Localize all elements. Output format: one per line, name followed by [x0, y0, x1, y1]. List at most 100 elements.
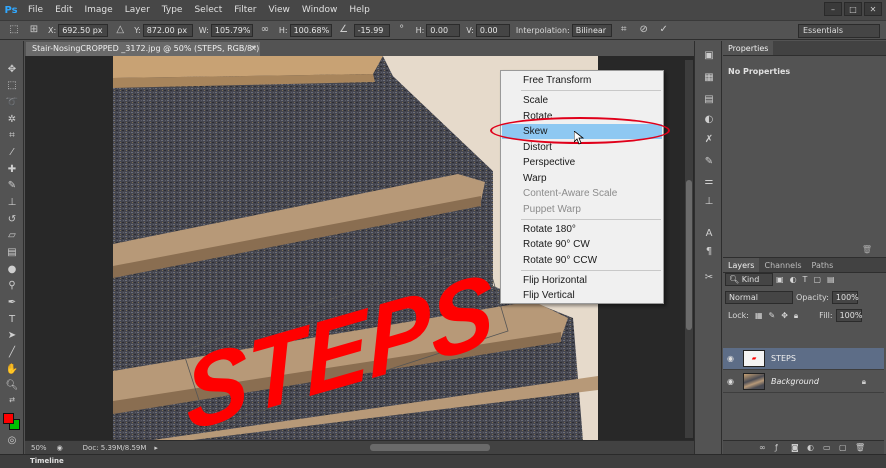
clone-stamp-tool-icon[interactable]: ⊥	[5, 196, 19, 210]
actions-panel-icon[interactable]: ▦	[702, 71, 716, 85]
menu-file[interactable]: File	[22, 0, 49, 20]
tab-layers[interactable]: Layers	[723, 258, 760, 272]
menu-edit[interactable]: Edit	[49, 0, 78, 20]
paragraph-panel-icon[interactable]: ¶	[702, 245, 716, 259]
menu-item-flip-vertical[interactable]: Flip Vertical	[502, 288, 662, 303]
layer-row-background[interactable]: ◉ Background 🔒︎	[723, 371, 884, 393]
document-tab[interactable]: Stair-NosingCROPPED _3172.jpg @ 50% (STE…	[26, 42, 260, 67]
filter-pixel-icon[interactable]: ▣	[776, 275, 784, 284]
tool-presets-icon[interactable]: ✂	[702, 271, 716, 285]
interpolation-select[interactable]: Bilinear	[571, 23, 612, 37]
cancel-transform-icon[interactable]: ⊘	[637, 23, 651, 37]
pen-tool-icon[interactable]: ✒	[5, 296, 19, 310]
tab-paths[interactable]: Paths	[807, 258, 839, 272]
zoom-tool-icon[interactable]: 🔍︎	[5, 379, 19, 393]
menu-item-flip-horizontal[interactable]: Flip Horizontal	[502, 273, 662, 288]
visibility-eye-icon[interactable]: ◉	[727, 377, 741, 386]
hskew-input[interactable]: 0.00	[426, 23, 461, 37]
new-layer-icon[interactable]: ▢	[839, 443, 847, 452]
filter-smart-icon[interactable]: ▤	[827, 275, 835, 284]
close-button[interactable]: ✕	[864, 2, 882, 16]
healing-brush-tool-icon[interactable]: ✚	[5, 163, 19, 177]
lock-pixels-icon[interactable]: ✎	[769, 311, 776, 320]
character-panel-icon[interactable]: A	[702, 227, 716, 241]
brush-presets-icon[interactable]: ⚌	[702, 175, 716, 189]
menu-help[interactable]: Help	[343, 0, 376, 20]
vertical-scroll-thumb[interactable]	[686, 180, 692, 330]
shape-tool-icon[interactable]: ╱	[5, 346, 19, 360]
menu-item-warp[interactable]: Warp	[502, 171, 662, 186]
menu-item-rotate-90-ccw[interactable]: Rotate 90° CCW	[502, 253, 662, 268]
history-panel-icon[interactable]: ▣	[702, 49, 716, 63]
lock-all-icon[interactable]: 🔒︎	[794, 311, 798, 321]
quick-mask-icon[interactable]: ◎	[5, 434, 19, 448]
visibility-eye-icon[interactable]: ◉	[727, 354, 741, 363]
vskew-input[interactable]: 0.00	[475, 23, 510, 37]
path-selection-tool-icon[interactable]: ➤	[5, 329, 19, 343]
eyedropper-tool-icon[interactable]: ⁄	[5, 146, 19, 160]
filter-adjustment-icon[interactable]: ◐	[790, 275, 797, 284]
angle-input[interactable]: -15.99	[353, 23, 390, 37]
timeline-panel[interactable]: Timeline	[0, 454, 886, 468]
menu-item-rotate-90-cw[interactable]: Rotate 90° CW	[502, 237, 662, 252]
minimize-button[interactable]: –	[824, 2, 842, 16]
adjustment-layer-icon[interactable]: ◐	[807, 443, 814, 452]
menu-select[interactable]: Select	[188, 0, 228, 20]
gradient-tool-icon[interactable]: ▤	[5, 246, 19, 260]
adjustments-panel-icon[interactable]: ◐	[702, 113, 716, 127]
menu-item-perspective[interactable]: Perspective	[502, 155, 662, 170]
brush-tool-icon[interactable]: ✎	[5, 179, 19, 193]
warp-mode-icon[interactable]: ⌗	[617, 23, 631, 37]
lock-transparent-icon[interactable]: ▦	[755, 311, 763, 320]
menu-filter[interactable]: Filter	[228, 0, 262, 20]
commit-transform-icon[interactable]: ✓	[657, 23, 671, 37]
zoom-level[interactable]: 50%	[31, 444, 47, 452]
height-input[interactable]: 100.68%	[289, 23, 332, 37]
menu-view[interactable]: View	[263, 0, 296, 20]
type-tool-icon[interactable]: T	[5, 313, 19, 327]
y-input[interactable]: 872.00 px	[142, 23, 193, 37]
layer-mask-icon[interactable]: ◙	[791, 443, 799, 452]
menu-layer[interactable]: Layer	[119, 0, 156, 20]
filter-shape-icon[interactable]: ▢	[813, 275, 821, 284]
link-icon[interactable]: ∞	[258, 23, 272, 37]
delete-layer-icon[interactable]: 🗑︎	[855, 443, 865, 452]
width-input[interactable]: 105.79%	[210, 23, 253, 37]
layer-name[interactable]: STEPS	[771, 354, 796, 363]
layer-filter-kind-select[interactable]: 🔍︎ Kind	[725, 273, 773, 286]
tab-properties[interactable]: Properties	[723, 41, 774, 55]
menu-window[interactable]: Window	[296, 0, 344, 20]
history-brush-tool-icon[interactable]: ↺	[5, 213, 19, 227]
triangle-delta-icon[interactable]: △	[113, 23, 127, 37]
fill-input[interactable]: 100%	[835, 309, 862, 322]
layer-style-icon[interactable]: ƒ	[775, 443, 778, 452]
crop-tool-icon[interactable]: ⌗	[5, 129, 19, 143]
tab-channels[interactable]: Channels	[759, 258, 806, 272]
status-menu-icon[interactable]: ◉	[57, 444, 63, 452]
link-layers-icon[interactable]: ∞	[759, 443, 766, 452]
properties-panel-icon[interactable]: ▤	[702, 93, 716, 107]
menu-type[interactable]: Type	[156, 0, 189, 20]
status-arrow-icon[interactable]: ▸	[154, 444, 158, 452]
maximize-button[interactable]: □	[844, 2, 862, 16]
brush-panel-icon[interactable]: ✎	[702, 155, 716, 169]
menu-item-rotate-180[interactable]: Rotate 180°	[502, 222, 662, 237]
menu-item-free-transform[interactable]: Free Transform	[502, 73, 662, 88]
menu-item-scale[interactable]: Scale	[502, 93, 662, 108]
layer-row-steps[interactable]: ◉ ▰ STEPS	[723, 348, 884, 370]
lasso-tool-icon[interactable]: ➰	[5, 96, 19, 110]
group-folder-icon[interactable]: ▭	[823, 443, 831, 452]
move-tool-icon[interactable]: ✥	[5, 63, 19, 77]
vertical-scrollbar[interactable]	[685, 60, 693, 438]
blur-tool-icon[interactable]: ●	[5, 263, 19, 277]
blend-mode-select[interactable]: Normal	[725, 291, 793, 304]
styles-panel-icon[interactable]: ✗	[702, 133, 716, 147]
dodge-tool-icon[interactable]: ⚲	[5, 279, 19, 293]
reference-point-icon[interactable]: ⊞	[27, 23, 41, 37]
foreground-color-swatch[interactable]	[3, 413, 14, 424]
opacity-input[interactable]: 100%	[831, 291, 859, 304]
menu-image[interactable]: Image	[79, 0, 119, 20]
eraser-tool-icon[interactable]: ▱	[5, 229, 19, 243]
marquee-tool-icon[interactable]: ⬚	[5, 79, 19, 93]
magic-wand-tool-icon[interactable]: ✲	[5, 113, 19, 127]
